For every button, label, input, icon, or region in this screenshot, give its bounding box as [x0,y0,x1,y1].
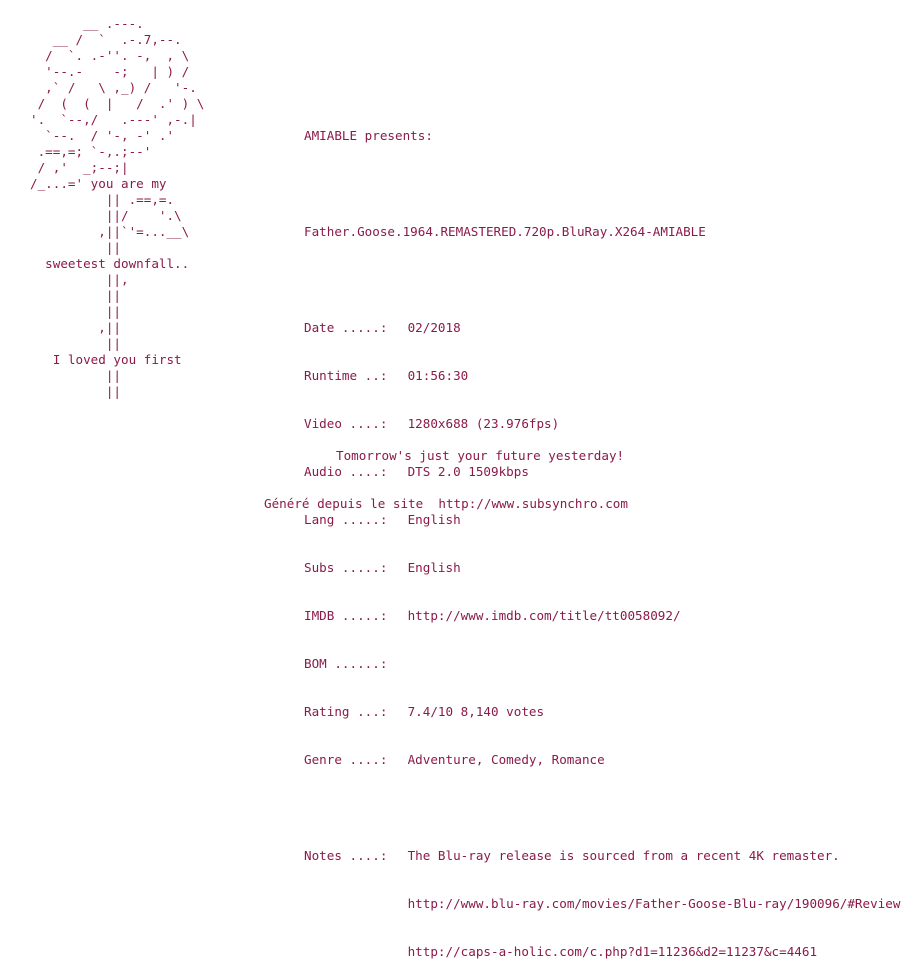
genre-value: Adventure, Comedy, Romance [400,752,605,767]
imdb-link[interactable]: http://www.imdb.com/title/tt0058092/ [400,608,681,623]
subs-label: Subs .....: [304,560,388,575]
notes-link-row: http://caps-a-holic.com/c.php?d1=11236&d… [304,944,900,960]
caps-comparison-link[interactable]: http://caps-a-holic.com/c.php?d1=11236&d… [408,944,817,959]
date-row: Date .....: 02/2018 [304,320,900,336]
bom-row: BOM ......: [304,656,900,672]
ascii-art: __ .---. __ / ` .-.7,--. / `. .-''. -, ,… [30,16,205,399]
notes-label: Notes ....: [304,848,388,863]
notes-link-row: http://www.blu-ray.com/movies/Father-Goo… [304,896,901,912]
bluray-review-link[interactable]: http://www.blu-ray.com/movies/Father-Goo… [408,896,901,911]
rating-label: Rating ...: [304,704,388,719]
video-row: Video ....: 1280x688 (23.976fps) [304,416,900,432]
date-value: 02/2018 [400,320,461,335]
footer-credit: Généré depuis le site http://www.subsync… [264,496,628,511]
notes-value: The Blu-ray release is sourced from a re… [400,848,840,863]
lang-label: Lang .....: [304,512,388,527]
lang-row: Lang .....: English [304,512,900,528]
runtime-label: Runtime ..: [304,368,388,383]
subs-value: English [400,560,461,575]
audio-label: Audio ....: [304,464,388,479]
date-label: Date .....: [304,320,388,335]
release-info: AMIABLE presents: Father.Goose.1964.REMA… [304,96,900,976]
release-name: Father.Goose.1964.REMASTERED.720p.BluRay… [304,224,706,239]
genre-row: Genre ....: Adventure, Comedy, Romance [304,752,900,768]
lang-value: English [400,512,461,527]
imdb-label: IMDB .....: [304,608,388,623]
imdb-row: IMDB .....: http://www.imdb.com/title/tt… [304,608,900,624]
runtime-row: Runtime ..: 01:56:30 [304,368,900,384]
presents-line: AMIABLE presents: [304,128,433,143]
audio-value: DTS 2.0 1509kbps [400,464,529,479]
bom-label: BOM ......: [304,656,388,671]
rating-row: Rating ...: 7.4/10 8,140 votes [304,704,900,720]
genre-label: Genre ....: [304,752,388,767]
runtime-value: 01:56:30 [400,368,469,383]
subs-row: Subs .....: English [304,560,900,576]
video-value: 1280x688 (23.976fps) [400,416,560,431]
tagline: Tomorrow's just your future yesterday! [336,448,625,463]
notes-row: Notes ....: The Blu-ray release is sourc… [304,848,900,864]
rating-value: 7.4/10 8,140 votes [400,704,545,719]
audio-row: Audio ....: DTS 2.0 1509kbps [304,464,900,480]
video-label: Video ....: [304,416,388,431]
